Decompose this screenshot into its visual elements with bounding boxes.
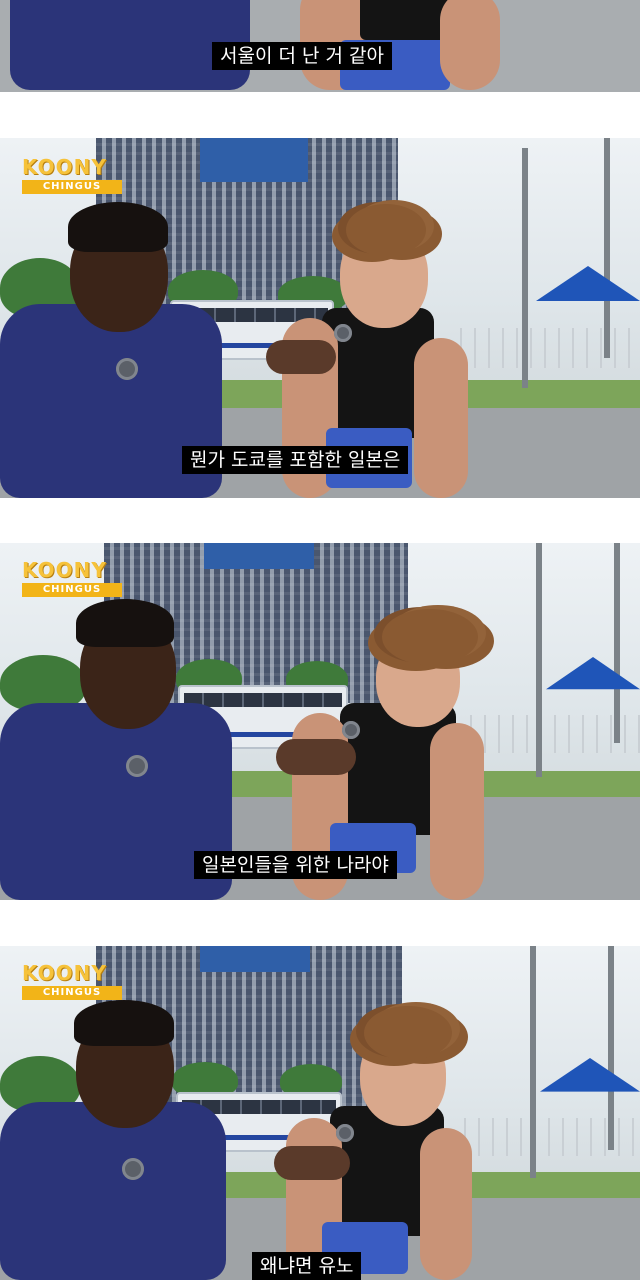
lapel-mic — [122, 1158, 144, 1180]
person-right-arm-2 — [414, 338, 468, 498]
person-left-shirt — [0, 1102, 226, 1280]
lapel-mic — [126, 755, 148, 777]
lamp-pole — [522, 148, 528, 388]
person-left-hand — [266, 340, 336, 374]
logo-text: KOONY — [22, 155, 107, 179]
handheld-mic — [336, 1124, 354, 1142]
person-left-hair — [68, 202, 168, 252]
logo-subtext: CHINGUS — [22, 180, 122, 194]
channel-logo: KOONY CHINGUS — [22, 962, 132, 1000]
person-right-hair — [382, 609, 478, 665]
building-banner — [200, 946, 310, 972]
person-left-hair — [74, 1000, 174, 1046]
subtitle: 왜냐면 유노 — [252, 1252, 362, 1280]
building-banner — [200, 138, 308, 182]
fence — [460, 328, 640, 368]
handheld-mic — [342, 721, 360, 739]
lamp-pole — [536, 543, 542, 777]
lamp-pole — [530, 946, 536, 1178]
handheld-mic — [334, 324, 352, 342]
logo-subtext: CHINGUS — [22, 986, 122, 1000]
subtitle: 서울이 더 난 거 같아 — [212, 42, 392, 70]
subtitle: 일본인들을 위한 나라야 — [194, 851, 397, 879]
video-frame-3: KOONY CHINGUS 일본인들을 위한 나라야 — [0, 543, 640, 900]
lamp-pole — [614, 543, 620, 743]
logo-text: KOONY — [22, 961, 107, 985]
video-frame-4: KOONY CHINGUS 왜냐면 유노 — [0, 946, 640, 1280]
logo-subtext: CHINGUS — [22, 583, 122, 597]
person-left-hand — [274, 1146, 350, 1180]
video-frame-1: 서울이 더 난 거 같아 — [0, 0, 640, 92]
lamp-pole — [604, 138, 610, 358]
person-right-arm-2 — [430, 723, 484, 900]
video-frame-2: KOONY CHINGUS 뭔가 도쿄를 포함한 일본은 — [0, 138, 640, 498]
person-right-tank — [360, 0, 450, 40]
subtitle: 뭔가 도쿄를 포함한 일본은 — [182, 446, 409, 474]
lamp-pole — [608, 946, 614, 1150]
lapel-mic — [116, 358, 138, 380]
person-left-hair — [76, 599, 174, 647]
person-right-hair — [364, 1006, 452, 1060]
person-left-hand — [276, 739, 356, 775]
person-right-hair — [346, 204, 426, 256]
logo-text: KOONY — [22, 558, 107, 582]
person-right-arm-2 — [440, 0, 500, 90]
person-right-arm-2 — [420, 1128, 472, 1280]
building-banner — [204, 543, 314, 569]
channel-logo: KOONY CHINGUS — [22, 559, 132, 597]
channel-logo: KOONY CHINGUS — [22, 156, 132, 194]
